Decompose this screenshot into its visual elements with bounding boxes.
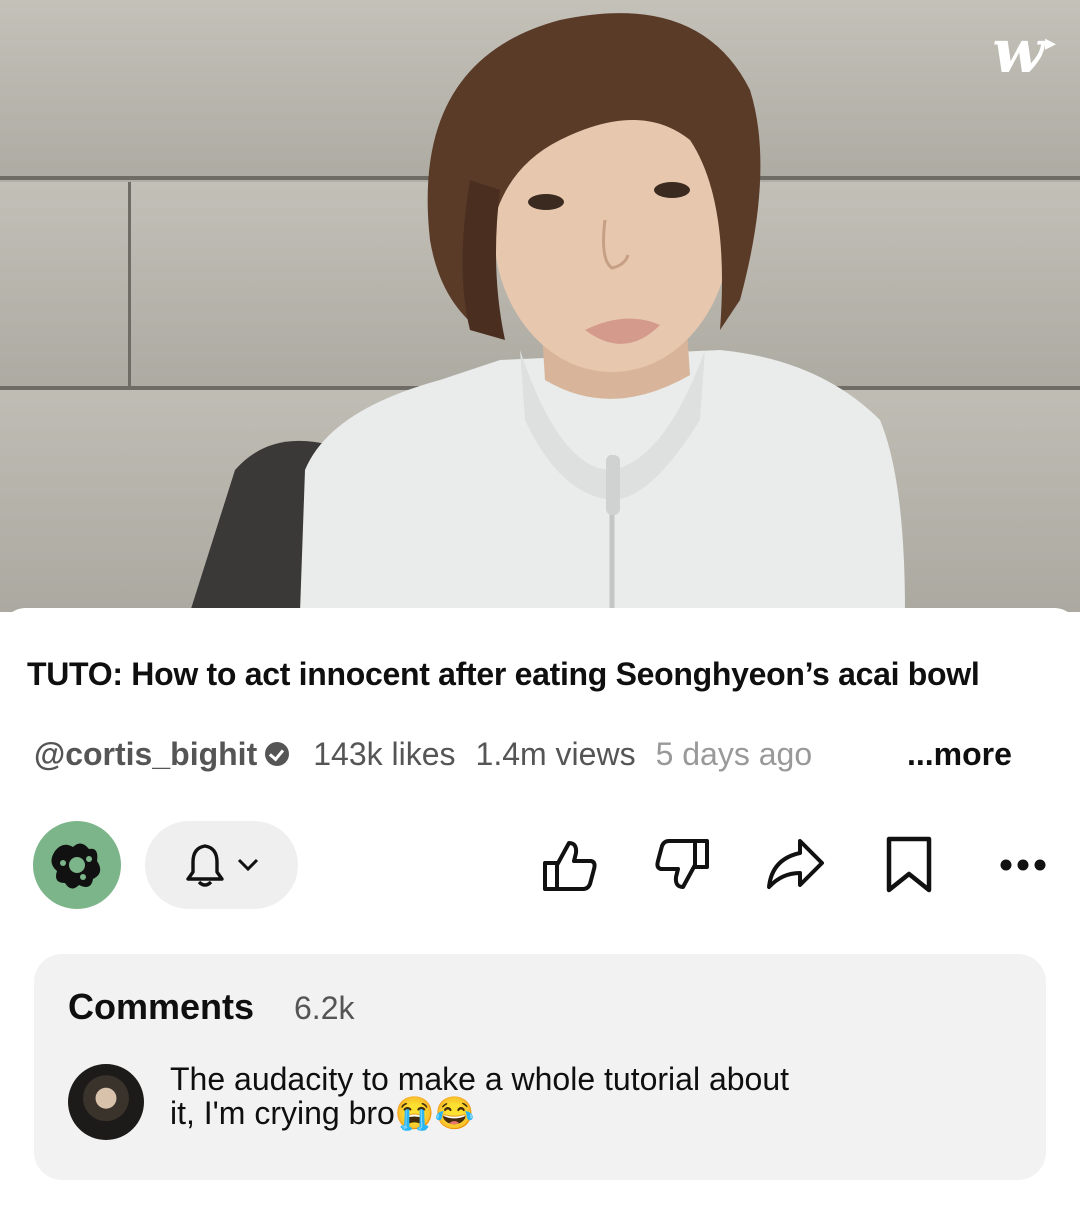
likes-count: 143k likes (313, 735, 456, 772)
top-comment-text: The audacity to make a whole tutorial ab… (170, 1061, 790, 1131)
more-button[interactable]: ...more (903, 734, 1012, 774)
verified-icon (265, 742, 290, 766)
comments-heading: Comments (68, 986, 255, 1027)
share-button[interactable] (762, 832, 828, 898)
thumbs-up-icon (543, 841, 597, 891)
chevron-down-icon (237, 858, 258, 872)
share-icon (767, 839, 824, 889)
views-count: 1.4m views (475, 735, 636, 772)
video-title: TUTO: How to act innocent after eating S… (27, 656, 980, 692)
more-icon (1000, 859, 1046, 871)
save-button[interactable] (876, 832, 942, 898)
channel-handle[interactable]: @cortis_bighit (34, 736, 257, 773)
weverse-logo: w (992, 22, 1055, 82)
video-details-sheet: TUTO: How to act innocent after eating S… (0, 608, 1080, 1222)
person-figure (190, 13, 905, 612)
video-meta-row: @cortis_bighit 143k likes 1.4m views 5 d… (34, 734, 812, 774)
dislike-button[interactable] (650, 832, 716, 898)
comments-count: 6.2k (294, 990, 355, 1026)
thumbs-down-icon (655, 839, 709, 889)
commenter-avatar (68, 1064, 144, 1140)
overflow-menu-button[interactable] (990, 832, 1056, 898)
comments-card[interactable]: Comments 6.2k The audacity to make a who… (34, 954, 1046, 1180)
bookmark-icon (886, 836, 932, 893)
notification-button[interactable] (145, 821, 298, 909)
bell-icon (185, 844, 224, 887)
video-player[interactable]: w (0, 0, 1080, 612)
channel-logo-icon (51, 843, 101, 889)
like-button[interactable] (536, 832, 602, 898)
channel-avatar[interactable] (33, 821, 121, 909)
upload-age: 5 days ago (655, 735, 813, 772)
